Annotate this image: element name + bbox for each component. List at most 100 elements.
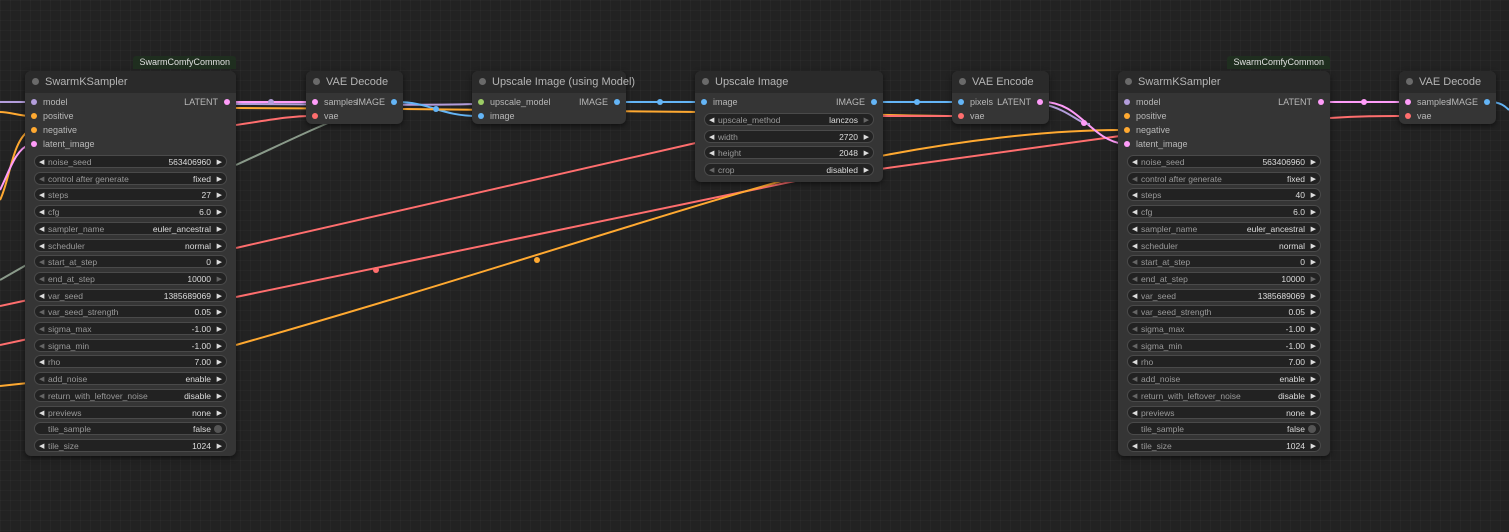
decrement-arrow-icon[interactable]: ◀ bbox=[39, 273, 44, 286]
decrement-arrow-icon[interactable]: ◀ bbox=[1132, 256, 1137, 269]
collapse-dot-icon[interactable] bbox=[1406, 78, 1413, 85]
widget-width[interactable]: ◀ width 2720 ▶ bbox=[704, 129, 874, 144]
increment-arrow-icon[interactable]: ▶ bbox=[1311, 373, 1316, 386]
decrement-arrow-icon[interactable]: ◀ bbox=[1132, 223, 1137, 236]
toggle-knob-icon[interactable] bbox=[1308, 425, 1316, 434]
increment-arrow-icon[interactable]: ▶ bbox=[217, 323, 222, 336]
input-slot-vae[interactable]: vae bbox=[958, 109, 985, 123]
widget-sigma-min[interactable]: ◀ sigma_min -1.00 ▶ bbox=[1127, 338, 1321, 353]
node-title[interactable]: VAE Encode bbox=[952, 71, 1049, 93]
decrement-arrow-icon[interactable]: ◀ bbox=[1132, 189, 1137, 202]
collapse-dot-icon[interactable] bbox=[479, 78, 486, 85]
increment-arrow-icon[interactable]: ▶ bbox=[1311, 390, 1316, 403]
input-slot-samples[interactable]: samples bbox=[312, 95, 358, 109]
decrement-arrow-icon[interactable]: ◀ bbox=[39, 407, 44, 420]
widget-control-after-generate[interactable]: ◀ control after generate fixed ▶ bbox=[1127, 171, 1321, 185]
increment-arrow-icon[interactable]: ▶ bbox=[1311, 290, 1316, 303]
increment-arrow-icon[interactable]: ▶ bbox=[1311, 223, 1316, 236]
input-slot-vae[interactable]: vae bbox=[1405, 109, 1432, 123]
widget-add-noise[interactable]: ◀ add_noise enable ▶ bbox=[1127, 372, 1321, 386]
node-title[interactable]: Upscale Image bbox=[695, 71, 883, 93]
input-slot-image[interactable]: image bbox=[478, 109, 515, 123]
increment-arrow-icon[interactable]: ▶ bbox=[864, 147, 869, 160]
widget-tile-sample[interactable]: tile_sample false bbox=[1127, 422, 1321, 436]
node-title[interactable]: VAE Decode bbox=[306, 71, 403, 93]
widget-tile-sample[interactable]: tile_sample false bbox=[34, 422, 227, 436]
increment-arrow-icon[interactable]: ▶ bbox=[217, 440, 222, 453]
increment-arrow-icon[interactable]: ▶ bbox=[217, 223, 222, 236]
decrement-arrow-icon[interactable]: ◀ bbox=[39, 356, 44, 369]
input-slot-model[interactable]: model bbox=[1124, 95, 1161, 109]
decrement-arrow-icon[interactable]: ◀ bbox=[1132, 440, 1137, 453]
toggle-knob-icon[interactable] bbox=[214, 425, 222, 434]
decrement-arrow-icon[interactable]: ◀ bbox=[1132, 407, 1137, 420]
node-title[interactable]: SwarmKSampler bbox=[25, 71, 236, 93]
widget-previews[interactable]: ◀ previews none ▶ bbox=[1127, 405, 1321, 420]
node-title[interactable]: Upscale Image (using Model) bbox=[472, 71, 635, 93]
widget-tile-size[interactable]: ◀ tile_size 1024 ▶ bbox=[1127, 438, 1321, 453]
widget-end-at-step[interactable]: ◀ end_at_step 10000 ▶ bbox=[34, 271, 227, 286]
ksampler-node-2[interactable]: SwarmComfyCommon SwarmKSampler model LAT… bbox=[1118, 56, 1330, 456]
input-slot-image[interactable]: image bbox=[701, 95, 738, 109]
decrement-arrow-icon[interactable]: ◀ bbox=[1132, 306, 1137, 319]
output-slot-latent[interactable]: LATENT bbox=[184, 95, 230, 109]
output-slot-latent[interactable]: LATENT bbox=[997, 95, 1043, 109]
widget-rho[interactable]: ◀ rho 7.00 ▶ bbox=[1127, 355, 1321, 369]
widget-cfg[interactable]: ◀ cfg 6.0 ▶ bbox=[34, 205, 227, 219]
widget-steps[interactable]: ◀ steps 27 ▶ bbox=[34, 188, 227, 202]
increment-arrow-icon[interactable]: ▶ bbox=[217, 373, 222, 386]
vae-encode-node[interactable]: VAE Encode pixels LATENT vae bbox=[952, 71, 1049, 124]
decrement-arrow-icon[interactable]: ◀ bbox=[1132, 323, 1137, 336]
increment-arrow-icon[interactable]: ▶ bbox=[864, 131, 869, 144]
widget-start-at-step[interactable]: ◀ start_at_step 0 ▶ bbox=[34, 255, 227, 269]
decrement-arrow-icon[interactable]: ◀ bbox=[709, 131, 714, 144]
increment-arrow-icon[interactable]: ▶ bbox=[217, 173, 222, 186]
collapse-dot-icon[interactable] bbox=[313, 78, 320, 85]
output-slot-image[interactable]: IMAGE bbox=[836, 95, 877, 109]
decrement-arrow-icon[interactable]: ◀ bbox=[39, 306, 44, 319]
increment-arrow-icon[interactable]: ▶ bbox=[1311, 206, 1316, 219]
increment-arrow-icon[interactable]: ▶ bbox=[217, 256, 222, 269]
output-slot-image[interactable]: IMAGE bbox=[356, 95, 397, 109]
decrement-arrow-icon[interactable]: ◀ bbox=[39, 206, 44, 219]
input-slot-positive[interactable]: positive bbox=[31, 109, 74, 123]
increment-arrow-icon[interactable]: ▶ bbox=[217, 390, 222, 403]
input-slot-pixels[interactable]: pixels bbox=[958, 95, 993, 109]
decrement-arrow-icon[interactable]: ◀ bbox=[39, 156, 44, 169]
widget-height[interactable]: ◀ height 2048 ▶ bbox=[704, 146, 874, 160]
widget-return-with-leftover-noise[interactable]: ◀ return_with_leftover_noise disable ▶ bbox=[34, 388, 227, 403]
collapse-dot-icon[interactable] bbox=[702, 78, 709, 85]
widget-var-seed[interactable]: ◀ var_seed 1385689069 ▶ bbox=[1127, 288, 1321, 303]
increment-arrow-icon[interactable]: ▶ bbox=[217, 290, 222, 303]
input-slot-model[interactable]: model bbox=[31, 95, 68, 109]
increment-arrow-icon[interactable]: ▶ bbox=[217, 156, 222, 169]
decrement-arrow-icon[interactable]: ◀ bbox=[1132, 340, 1137, 353]
widget-previews[interactable]: ◀ previews none ▶ bbox=[34, 405, 227, 420]
output-slot-latent[interactable]: LATENT bbox=[1278, 95, 1324, 109]
widget-scheduler[interactable]: ◀ scheduler normal ▶ bbox=[34, 238, 227, 253]
increment-arrow-icon[interactable]: ▶ bbox=[1311, 407, 1316, 420]
widget-steps[interactable]: ◀ steps 40 ▶ bbox=[1127, 188, 1321, 202]
decrement-arrow-icon[interactable]: ◀ bbox=[39, 173, 44, 186]
widget-noise-seed[interactable]: ◀ noise_seed 563406960 ▶ bbox=[1127, 155, 1321, 168]
increment-arrow-icon[interactable]: ▶ bbox=[217, 240, 222, 253]
widget-return-with-leftover-noise[interactable]: ◀ return_with_leftover_noise disable ▶ bbox=[1127, 388, 1321, 403]
decrement-arrow-icon[interactable]: ◀ bbox=[39, 256, 44, 269]
collapse-dot-icon[interactable] bbox=[32, 78, 39, 85]
increment-arrow-icon[interactable]: ▶ bbox=[1311, 356, 1316, 369]
decrement-arrow-icon[interactable]: ◀ bbox=[709, 147, 714, 160]
decrement-arrow-icon[interactable]: ◀ bbox=[1132, 290, 1137, 303]
decrement-arrow-icon[interactable]: ◀ bbox=[709, 114, 714, 127]
decrement-arrow-icon[interactable]: ◀ bbox=[1132, 156, 1137, 169]
node-title[interactable]: SwarmKSampler bbox=[1118, 71, 1330, 93]
decrement-arrow-icon[interactable]: ◀ bbox=[1132, 273, 1137, 286]
input-slot-samples[interactable]: samples bbox=[1405, 95, 1451, 109]
increment-arrow-icon[interactable]: ▶ bbox=[217, 189, 222, 202]
widget-end-at-step[interactable]: ◀ end_at_step 10000 ▶ bbox=[1127, 271, 1321, 286]
widget-sigma-min[interactable]: ◀ sigma_min -1.00 ▶ bbox=[34, 338, 227, 352]
widget-upscale-method[interactable]: ◀ upscale_method lanczos ▶ bbox=[704, 113, 874, 126]
widget-noise-seed[interactable]: ◀ noise_seed 563406960 ▶ bbox=[34, 155, 227, 168]
widget-scheduler[interactable]: ◀ scheduler normal ▶ bbox=[1127, 238, 1321, 252]
increment-arrow-icon[interactable]: ▶ bbox=[217, 206, 222, 219]
decrement-arrow-icon[interactable]: ◀ bbox=[39, 240, 44, 253]
